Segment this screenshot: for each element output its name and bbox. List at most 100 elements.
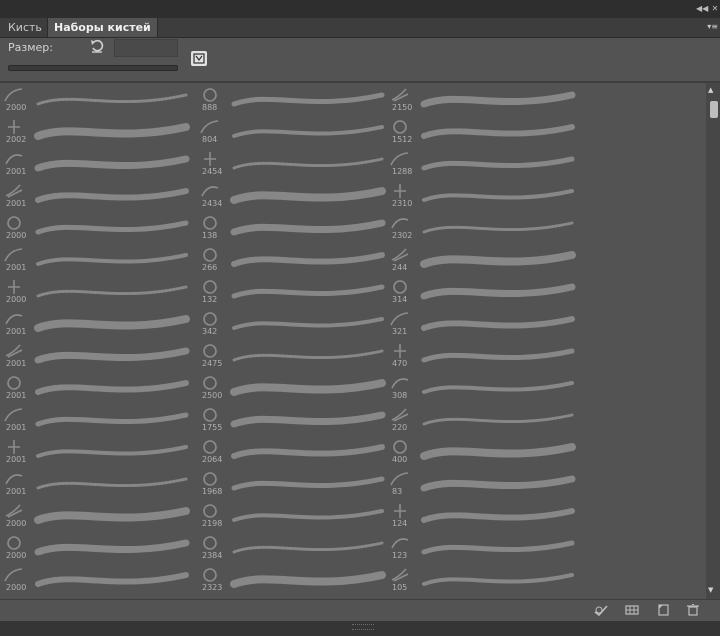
brush-stroke-preview [421, 124, 575, 139]
brush-stroke-preview [36, 253, 188, 266]
brush-preset-item[interactable]: 2000 [0, 564, 190, 596]
brush-stroke-preview [231, 444, 385, 459]
brush-preset-item[interactable]: 314 [386, 276, 576, 308]
brush-toggle-icon[interactable] [191, 51, 207, 66]
brush-preset-item[interactable]: 132 [196, 276, 386, 308]
brush-tip-thumbnail [7, 376, 21, 390]
brush-preset-item[interactable]: 2001 [0, 244, 190, 276]
brush-stroke-preview [35, 572, 189, 587]
brush-stroke-preview [231, 92, 385, 107]
brush-preset-item[interactable]: 2001 [0, 436, 190, 468]
size-slider[interactable] [8, 65, 178, 71]
brush-preset-item[interactable]: 2001 [0, 308, 190, 340]
brush-preset-item[interactable]: 2500 [196, 372, 386, 404]
resize-grip[interactable] [352, 624, 374, 630]
brush-tip-thumbnail [391, 248, 409, 262]
brush-preset-item[interactable]: 2323 [196, 564, 386, 596]
brush-preset-item[interactable]: 2001 [0, 180, 190, 212]
brush-preset-item[interactable]: 138 [196, 212, 386, 244]
trash-icon[interactable] [686, 604, 700, 616]
brush-tip-thumbnail [204, 152, 216, 166]
scroll-down-icon[interactable]: ▼ [708, 586, 713, 594]
brush-stroke-preview [232, 509, 384, 522]
brush-stroke-preview [422, 381, 574, 394]
close-icon[interactable]: ✕ [709, 4, 720, 14]
brush-preset-item[interactable]: 83 [386, 468, 576, 500]
size-input[interactable] [114, 39, 178, 57]
brush-preset-item[interactable]: 2000 [0, 500, 190, 532]
new-preset-icon[interactable] [656, 604, 670, 616]
brush-preset-item[interactable]: 342 [196, 308, 386, 340]
brush-tip-thumbnail [393, 120, 407, 134]
brush-preset-item[interactable]: 105 [386, 564, 576, 596]
brush-tip-thumbnail [7, 216, 21, 230]
brush-preset-item[interactable]: 2150 [386, 84, 576, 116]
double-chevron-left-icon[interactable]: ◀◀ [696, 4, 708, 14]
brush-preset-item[interactable]: 2001 [0, 148, 190, 180]
brush-stroke-preview [35, 220, 189, 235]
brush-preset-item[interactable]: 470 [386, 340, 576, 372]
brush-stroke-preview [230, 187, 386, 204]
brush-stroke-preview [231, 476, 385, 491]
brush-tip-thumbnail [4, 248, 23, 262]
brush-stroke-preview [421, 540, 575, 555]
brush-stroke-preview [422, 413, 574, 426]
brush-tip-thumbnail [391, 408, 409, 422]
brush-preset-item[interactable]: 2310 [386, 180, 576, 212]
brush-preset-item[interactable]: 124 [386, 500, 576, 532]
tab-brush[interactable]: Кисть [2, 18, 48, 37]
brush-stroke-preview [420, 475, 576, 492]
brush-preset-item[interactable]: 1755 [196, 404, 386, 436]
brush-preset-item[interactable]: 123 [386, 532, 576, 564]
brush-preset-item[interactable]: 2198 [196, 500, 386, 532]
brush-preset-item[interactable]: 2454 [196, 148, 386, 180]
toggle-brush-panel-icon[interactable] [594, 604, 608, 616]
brush-tip-thumbnail [203, 280, 217, 294]
brush-stroke-preview [421, 316, 575, 331]
brush-preset-item[interactable]: 2001 [0, 404, 190, 436]
scrollbar-thumb[interactable] [710, 101, 718, 118]
panel-bottom-bar [0, 599, 720, 621]
brush-preset-item[interactable]: 244 [386, 244, 576, 276]
brush-preset-item[interactable]: 400 [386, 436, 576, 468]
brush-stroke-preview [420, 443, 576, 460]
brush-tip-thumbnail [5, 154, 23, 165]
brush-tip-thumbnail [393, 440, 407, 454]
brush-preset-item[interactable]: 1288 [386, 148, 576, 180]
brush-preset-item[interactable]: 266 [196, 244, 386, 276]
brush-stroke-preview [422, 221, 574, 234]
brush-tip-thumbnail [8, 440, 20, 454]
panel-menu-icon[interactable]: ▾≡ [707, 22, 718, 31]
brush-tip-thumbnail [5, 474, 23, 485]
brush-preset-item[interactable]: 2000 [0, 532, 190, 564]
brush-tip-thumbnail [203, 472, 217, 486]
brush-preset-item[interactable]: 2001 [0, 372, 190, 404]
brush-tip-thumbnail [4, 88, 23, 102]
brush-preset-item[interactable]: 2475 [196, 340, 386, 372]
brush-preset-item[interactable]: 804 [196, 116, 386, 148]
brush-preset-item[interactable]: 2001 [0, 468, 190, 500]
reset-icon[interactable] [90, 38, 104, 54]
brush-stroke-preview [34, 315, 190, 332]
brush-preset-item[interactable]: 1512 [386, 116, 576, 148]
brush-preset-item[interactable]: 2434 [196, 180, 386, 212]
brush-preset-item[interactable]: 2302 [386, 212, 576, 244]
brush-grid-icon[interactable] [625, 604, 639, 616]
brush-preset-item[interactable]: 2001 [0, 340, 190, 372]
tab-brush-presets[interactable]: Наборы кистей [47, 18, 158, 37]
brush-preset-item[interactable]: 2000 [0, 212, 190, 244]
brush-preset-item[interactable]: 321 [386, 308, 576, 340]
brush-preset-item[interactable]: 308 [386, 372, 576, 404]
brush-stroke-preview [35, 412, 189, 427]
brush-preset-item[interactable]: 1968 [196, 468, 386, 500]
brush-preset-item[interactable]: 888 [196, 84, 386, 116]
brush-preset-item[interactable]: 2002 [0, 116, 190, 148]
brush-preset-item[interactable]: 220 [386, 404, 576, 436]
scroll-up-icon[interactable]: ▲ [708, 86, 713, 94]
scrollbar-track[interactable] [706, 83, 720, 599]
brush-preset-item[interactable]: 2000 [0, 84, 190, 116]
brush-preset-item[interactable]: 2000 [0, 276, 190, 308]
brush-stroke-preview [421, 156, 575, 171]
brush-preset-item[interactable]: 2384 [196, 532, 386, 564]
brush-preset-item[interactable]: 2064 [196, 436, 386, 468]
